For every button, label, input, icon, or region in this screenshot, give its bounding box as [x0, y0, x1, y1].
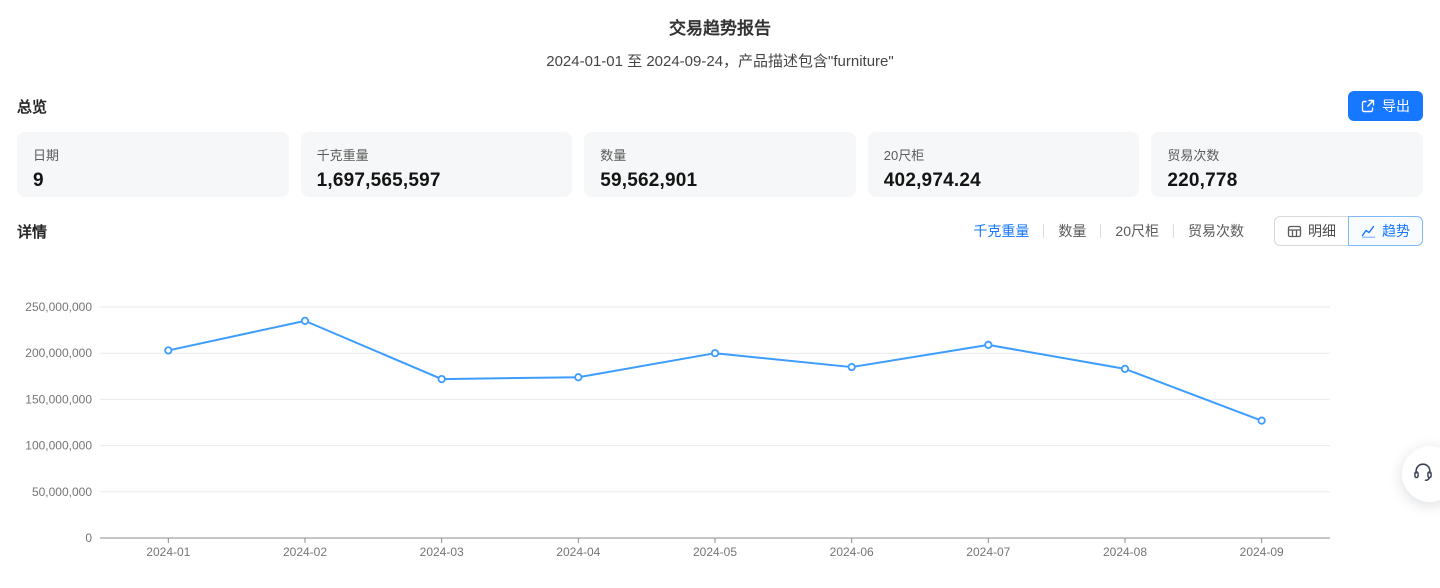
x-axis-tick-label: 2024-04 [556, 545, 600, 559]
view-toggle-trend-button[interactable]: 趋势 [1348, 216, 1423, 246]
stat-label: 20尺柜 [884, 145, 1124, 164]
trade-trend-report-page: 交易趋势报告 2024-01-01 至 2024-09-24，产品描述包含"fu… [0, 0, 1440, 588]
details-section-header: 详情 千克重量 数量 20尺柜 贸易次数 [0, 215, 1440, 247]
x-axis-tick-label: 2024-02 [283, 545, 327, 559]
page-subtitle: 2024-01-01 至 2024-09-24，产品描述包含"furniture… [0, 50, 1440, 71]
stat-label: 千克重量 [317, 145, 557, 164]
x-axis-tick-label: 2024-05 [693, 545, 737, 559]
trend-chart: 0 50,000,000 100,000,000 150,000,000 200,000… [0, 270, 1440, 588]
data-point[interactable] [165, 347, 171, 353]
tab-divider [1100, 224, 1101, 238]
stat-label: 数量 [600, 145, 840, 164]
metric-tabs: 千克重量 数量 20尺柜 贸易次数 [973, 221, 1244, 241]
metric-tab-quantity[interactable]: 数量 [1058, 221, 1086, 241]
y-axis-tick-label: 50,000,000 [32, 485, 92, 499]
data-point[interactable] [848, 364, 854, 370]
stat-card-kg-weight: 千克重量 1,697,565,597 [301, 132, 573, 197]
overview-section-header: 总览 导出 [0, 90, 1440, 122]
y-axis-tick-label: 150,000,000 [25, 392, 92, 406]
overview-cards: 日期 9 千克重量 1,697,565,597 数量 59,562,901 20… [0, 132, 1440, 197]
metric-tab-20ft-container[interactable]: 20尺柜 [1115, 221, 1159, 241]
y-axis-tick-label: 0 [85, 531, 92, 545]
data-point[interactable] [302, 318, 308, 324]
stat-value: 9 [33, 170, 273, 192]
stat-value: 402,974.24 [884, 170, 1124, 192]
data-point[interactable] [1122, 366, 1128, 372]
tab-divider [1173, 224, 1174, 238]
stat-card-20ft-container: 20尺柜 402,974.24 [868, 132, 1140, 197]
export-button[interactable]: 导出 [1348, 91, 1423, 121]
metric-tab-kg-weight[interactable]: 千克重量 [973, 221, 1029, 241]
view-toggle-detail-label: 明细 [1308, 221, 1336, 241]
y-axis-tick-label: 200,000,000 [25, 346, 92, 360]
trend-line-chart: 0 50,000,000 100,000,000 150,000,000 200,000… [0, 270, 1440, 588]
export-button-label: 导出 [1382, 96, 1410, 116]
view-toggle-group: 明细 趋势 [1274, 216, 1423, 246]
trend-line [168, 321, 1261, 421]
y-axis-tick-label: 250,000,000 [25, 300, 92, 314]
x-axis-tick-label: 2024-09 [1240, 545, 1284, 559]
tab-divider [1043, 224, 1044, 238]
headset-icon [1412, 461, 1440, 488]
metric-tab-trade-count[interactable]: 贸易次数 [1188, 221, 1244, 241]
data-point[interactable] [985, 342, 991, 348]
data-point[interactable] [438, 376, 444, 382]
data-point[interactable] [712, 350, 718, 356]
stat-label: 贸易次数 [1167, 145, 1407, 164]
stat-label: 日期 [33, 145, 273, 164]
export-icon [1361, 99, 1375, 113]
x-axis-tick-label: 2024-03 [420, 545, 464, 559]
data-point[interactable] [1258, 417, 1264, 423]
data-point[interactable] [575, 374, 581, 380]
page-title: 交易趋势报告 [0, 0, 1440, 39]
stat-card-trade-count: 贸易次数 220,778 [1151, 132, 1423, 197]
x-axis-tick-label: 2024-06 [830, 545, 874, 559]
view-toggle-detail-button[interactable]: 明细 [1274, 216, 1349, 246]
stat-value: 59,562,901 [600, 170, 840, 192]
stat-value: 1,697,565,597 [317, 170, 557, 192]
y-axis-tick-label: 100,000,000 [25, 439, 92, 453]
x-axis-tick-label: 2024-07 [966, 545, 1010, 559]
details-title: 详情 [17, 221, 47, 242]
stat-card-quantity: 数量 59,562,901 [584, 132, 856, 197]
stat-card-date: 日期 9 [17, 132, 289, 197]
view-toggle-trend-label: 趋势 [1382, 221, 1410, 241]
overview-title: 总览 [17, 96, 47, 117]
stat-value: 220,778 [1167, 170, 1407, 192]
trend-icon [1361, 224, 1376, 239]
x-axis-tick-label: 2024-01 [146, 545, 190, 559]
details-controls: 千克重量 数量 20尺柜 贸易次数 明细 [973, 216, 1423, 246]
table-icon [1287, 224, 1302, 239]
x-axis-tick-label: 2024-08 [1103, 545, 1147, 559]
